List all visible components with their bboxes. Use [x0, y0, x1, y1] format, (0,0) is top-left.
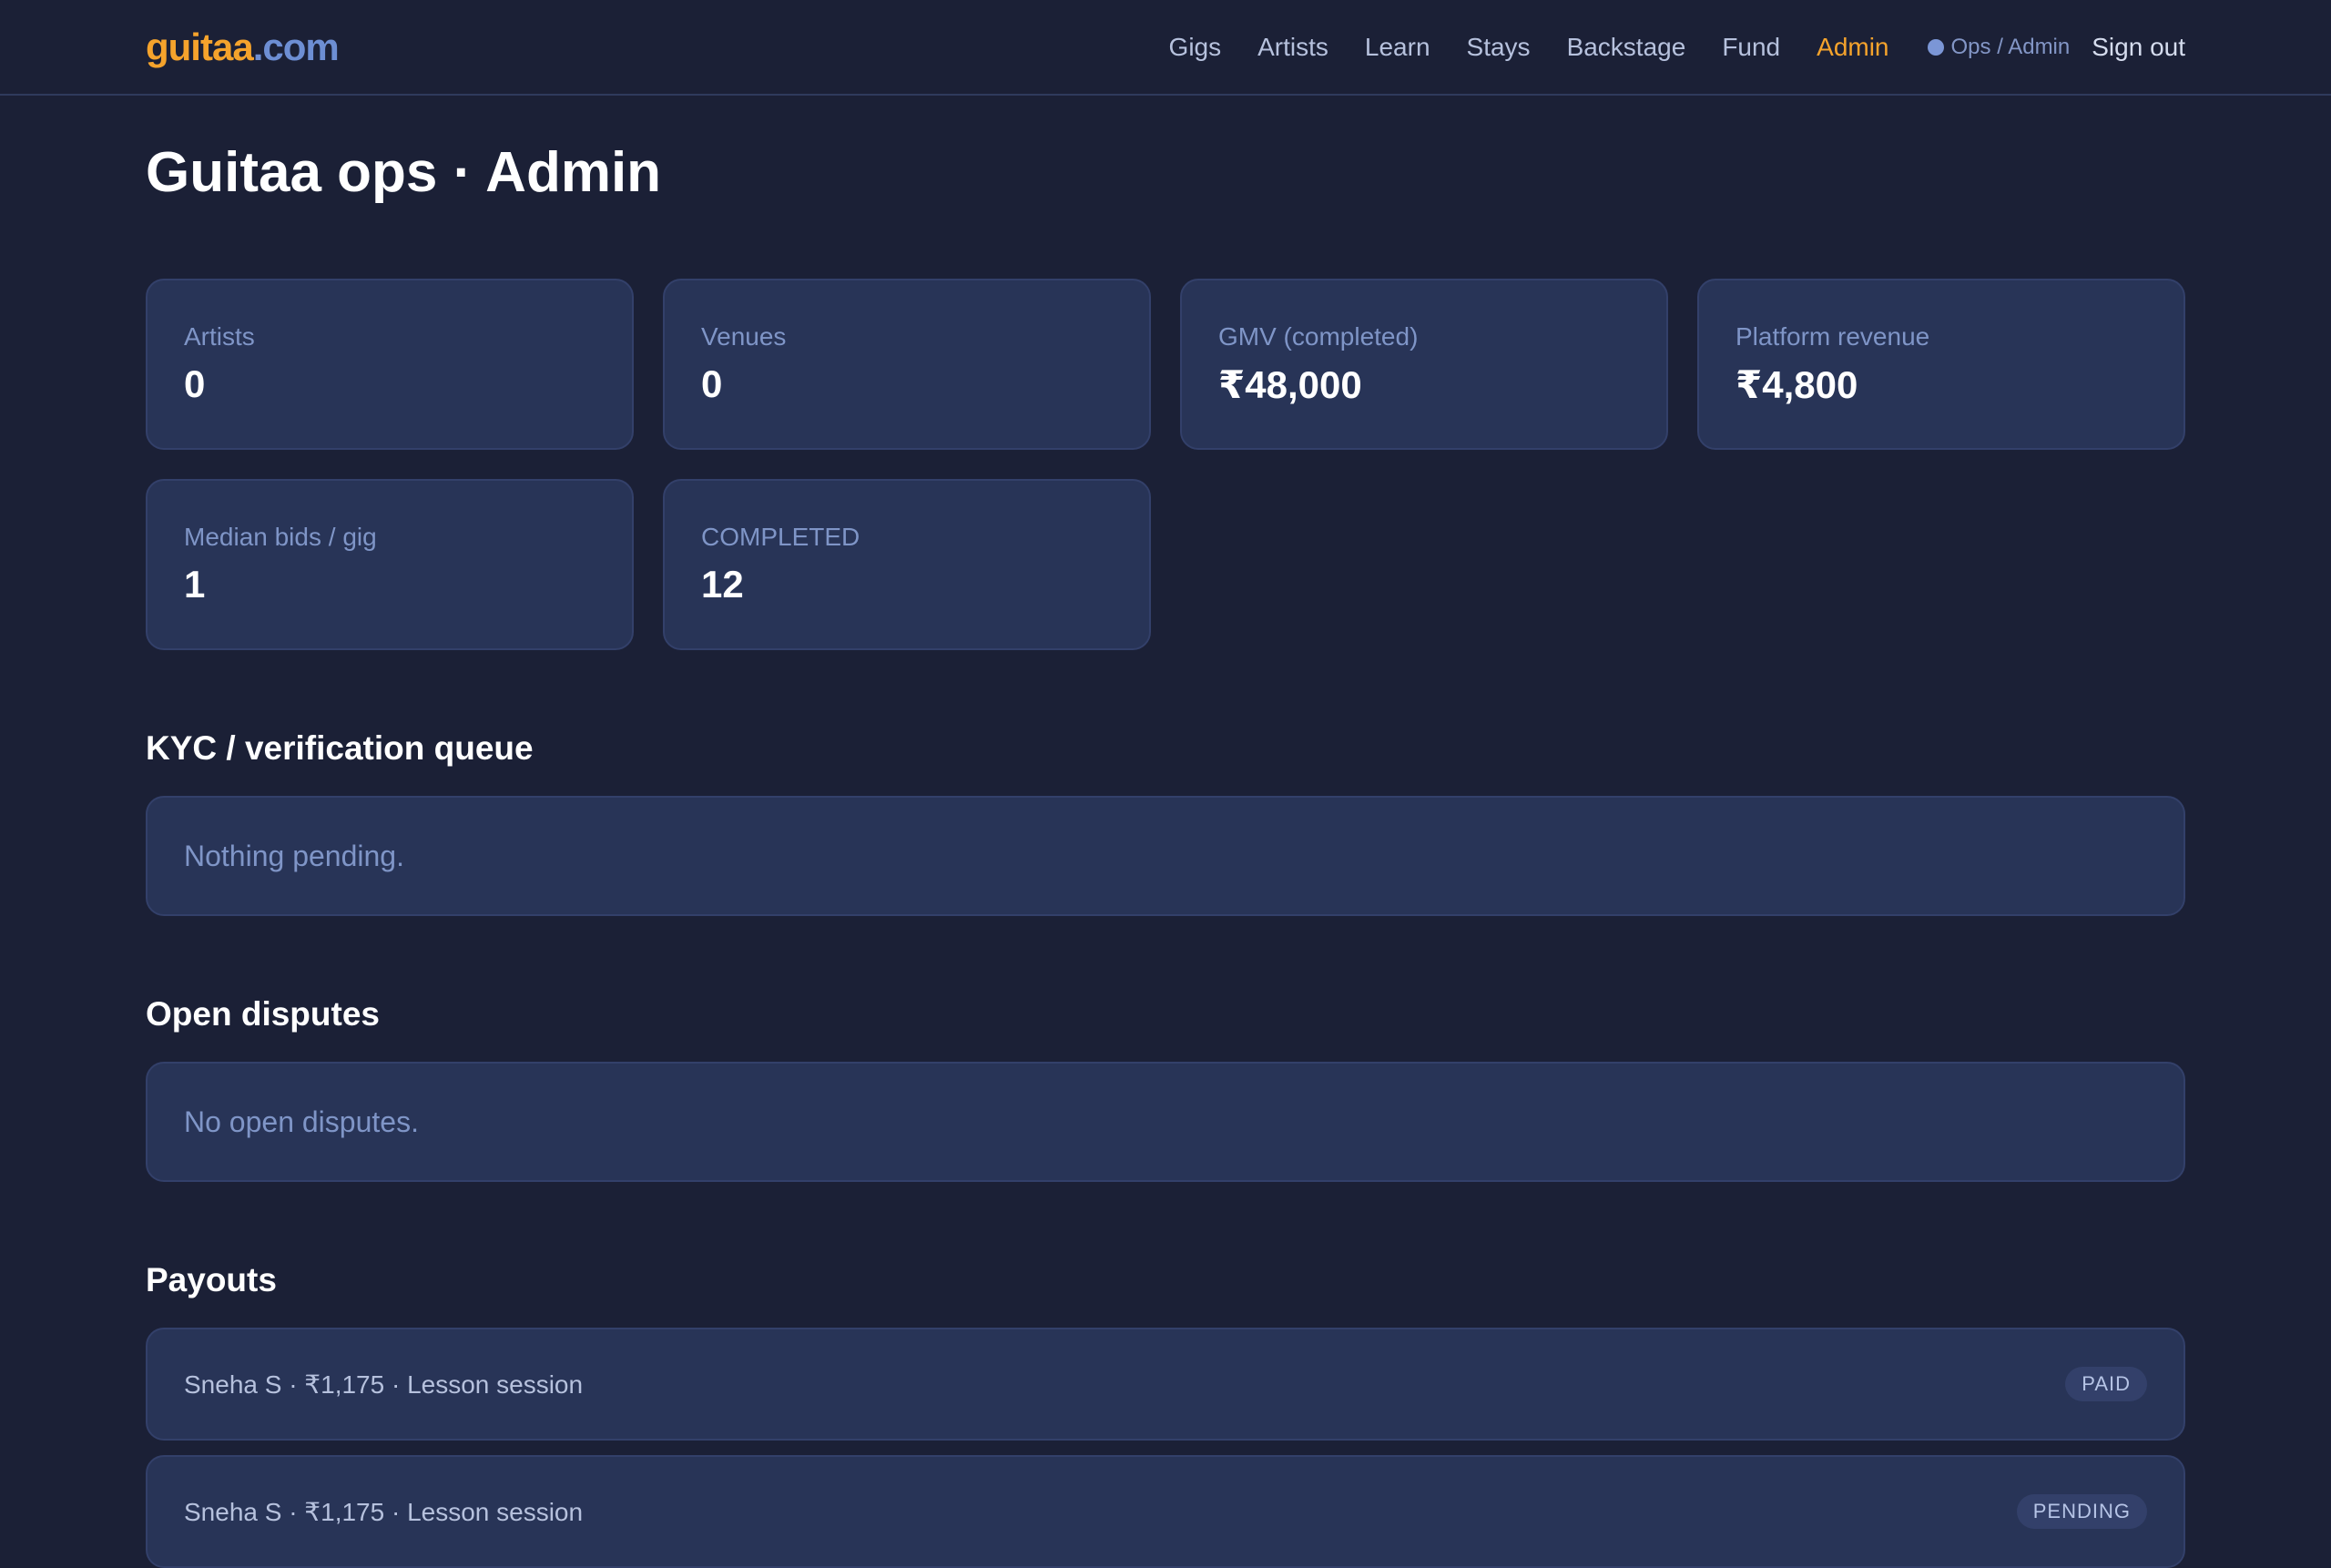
nav-link-backstage[interactable]: Backstage [1567, 24, 1686, 71]
payout-row[interactable]: Sneha S · ₹1,175 · Lesson session PAID [146, 1328, 2185, 1441]
nav-link-fund[interactable]: Fund [1722, 24, 1780, 71]
nav-link-stays[interactable]: Stays [1467, 24, 1531, 71]
page-title: Guitaa ops · Admin [146, 141, 662, 204]
payout-description: Sneha S · ₹1,175 · Lesson session [184, 1497, 584, 1526]
top-navbar: guitaa.com Gigs Artists Learn Stays Back… [0, 0, 2331, 96]
disputes-empty-message: No open disputes. [184, 1105, 419, 1138]
stat-card-median-bids: Median bids / gig 1 [146, 479, 634, 650]
main-nav: Gigs Artists Learn Stays Backstage Fund … [1133, 24, 2185, 71]
user-role-indicator: Ops / Admin [1927, 35, 2071, 60]
disputes-panel: No open disputes. [146, 1062, 2185, 1182]
stat-value: 0 [184, 362, 206, 405]
stat-label: COMPLETED [701, 523, 860, 551]
kyc-empty-message: Nothing pending. [184, 839, 404, 872]
disputes-section-title: Open disputes [146, 995, 380, 1033]
sign-out-link[interactable]: Sign out [2092, 33, 2185, 62]
status-badge: PAID [2065, 1367, 2147, 1401]
stat-card-platform-revenue: Platform revenue ₹4,800 [1697, 279, 2185, 450]
stat-value: 0 [701, 362, 723, 405]
stat-value: ₹4,800 [1736, 363, 1858, 406]
stat-label: Platform revenue [1736, 322, 1930, 351]
stat-card-venues: Venues 0 [663, 279, 1151, 450]
stat-label: GMV (completed) [1218, 322, 1419, 351]
stat-value: 1 [184, 563, 206, 606]
kyc-section-title: KYC / verification queue [146, 729, 534, 767]
nav-link-learn[interactable]: Learn [1365, 24, 1430, 71]
stat-card-gmv: GMV (completed) ₹48,000 [1180, 279, 1668, 450]
stat-card-artists: Artists 0 [146, 279, 634, 450]
nav-link-gigs[interactable]: Gigs [1169, 24, 1222, 71]
stat-value: ₹48,000 [1218, 363, 1362, 406]
payout-row[interactable]: Sneha S · ₹1,175 · Lesson session PENDIN… [146, 1455, 2185, 1568]
brand-name: guitaa [146, 25, 254, 68]
brand-domain: .com [252, 25, 340, 68]
nav-link-admin[interactable]: Admin [1817, 24, 1888, 71]
status-dot-icon [1927, 39, 1944, 56]
payout-description: Sneha S · ₹1,175 · Lesson session [184, 1369, 584, 1399]
status-badge: PENDING [2016, 1494, 2147, 1529]
user-role-label: Ops / Admin [1950, 35, 2071, 59]
stat-label: Venues [701, 322, 787, 351]
nav-link-artists[interactable]: Artists [1257, 24, 1328, 71]
stat-label: Median bids / gig [184, 523, 377, 551]
payouts-section-title: Payouts [146, 1261, 277, 1298]
stat-value: 12 [701, 563, 744, 606]
brand-logo[interactable]: guitaa.com [146, 22, 340, 73]
kyc-queue-panel: Nothing pending. [146, 796, 2185, 916]
stat-card-completed: COMPLETED 12 [663, 479, 1151, 650]
stat-label: Artists [184, 322, 255, 351]
